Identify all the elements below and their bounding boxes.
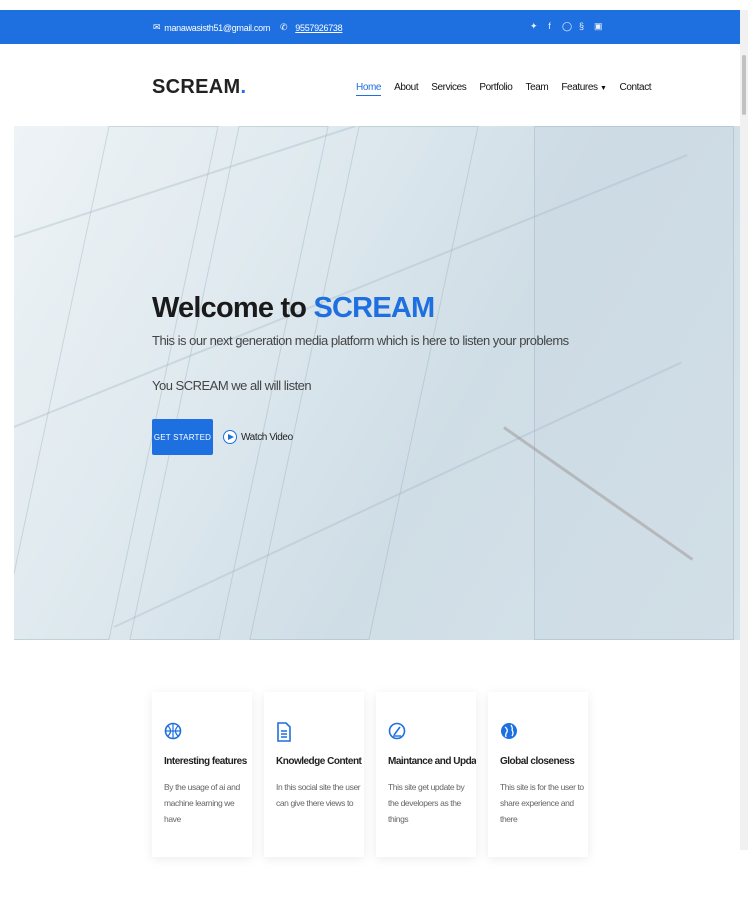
feature-card[interactable]: Maintance and Updates This site get upda…: [376, 692, 476, 857]
hero-actions: GET STARTED Watch Video: [152, 419, 569, 455]
play-icon: [223, 430, 237, 444]
basketball-icon: [164, 722, 182, 742]
topbar-email[interactable]: manawasisth51@gmail.com: [164, 23, 270, 33]
hero-title-prefix: Welcome to: [152, 292, 314, 324]
feature-title: Global closeness: [500, 756, 575, 767]
document-icon: [276, 722, 294, 742]
nav-about[interactable]: About: [394, 82, 419, 96]
feature-title: Maintance and Updates: [388, 756, 476, 767]
feature-desc: By the usage of ai and machine learning …: [164, 782, 240, 824]
site-logo[interactable]: SCREAM.: [152, 76, 246, 99]
feature-title: Interesting features: [164, 756, 247, 767]
nav-features-label: Features: [561, 82, 598, 93]
nav-home[interactable]: Home: [356, 82, 381, 96]
chevron-down-icon: ▼: [599, 85, 607, 92]
feature-card[interactable]: Interesting features By the usage of ai …: [152, 692, 252, 857]
nav-contact[interactable]: Contact: [620, 82, 652, 96]
nav-features[interactable]: Features ▼: [561, 82, 607, 96]
feature-desc: In this social site the user can give th…: [276, 782, 361, 808]
nav-portfolio[interactable]: Portfolio: [479, 82, 512, 96]
nav-services[interactable]: Services: [431, 82, 467, 96]
hero-tagline: You SCREAM we all will listen: [152, 378, 312, 393]
topbar-contact: ✉ manawasisth51@gmail.com ✆ 9557926738: [153, 22, 343, 33]
globe-icon: [500, 722, 518, 742]
watch-video-link[interactable]: Watch Video: [223, 430, 293, 444]
speedometer-icon: [388, 722, 406, 742]
hero-section: Welcome to SCREAM This is our next gener…: [14, 126, 740, 640]
feature-desc: This site get update by the developers a…: [388, 782, 465, 824]
feature-desc: This site is for the user to share exper…: [500, 782, 584, 824]
linkedin-icon[interactable]: ▣: [594, 21, 603, 32]
hero-title: Welcome to SCREAM: [152, 292, 569, 325]
feature-card[interactable]: Knowledge Content In this social site th…: [264, 692, 364, 857]
watch-video-label: Watch Video: [241, 431, 293, 443]
facebook-icon[interactable]: f: [546, 21, 553, 32]
hero-content: Welcome to SCREAM This is our next gener…: [152, 292, 569, 455]
topbar-phone[interactable]: 9557926738: [295, 23, 342, 33]
twitter-icon[interactable]: ✦: [530, 21, 538, 32]
skype-icon[interactable]: §: [578, 21, 585, 32]
mail-icon: ✉: [153, 22, 161, 32]
features-section: Interesting features By the usage of ai …: [152, 692, 588, 857]
hero-title-brand: SCREAM: [313, 292, 435, 324]
phone-icon: ✆: [280, 22, 288, 32]
top-bar: ✉ manawasisth51@gmail.com ✆ 9557926738 ✦…: [0, 10, 740, 44]
hero-subtitle: This is our next generation media platfo…: [152, 333, 569, 348]
logo-text: SCREAM: [152, 76, 241, 98]
scrollbar[interactable]: [740, 10, 748, 850]
social-links: ✦ f ◯ § ▣: [530, 21, 603, 32]
scrollbar-thumb[interactable]: [742, 55, 746, 115]
logo-dot: .: [240, 76, 247, 98]
feature-title: Knowledge Content: [276, 756, 362, 767]
nav-team[interactable]: Team: [525, 82, 548, 96]
feature-card[interactable]: Global closeness This site is for the us…: [488, 692, 588, 857]
instagram-icon[interactable]: ◯: [562, 21, 572, 32]
get-started-button[interactable]: GET STARTED: [152, 419, 213, 455]
header: SCREAM. Home About Services Portfolio Te…: [0, 44, 740, 126]
main-nav: Home About Services Portfolio Team Featu…: [356, 82, 652, 96]
